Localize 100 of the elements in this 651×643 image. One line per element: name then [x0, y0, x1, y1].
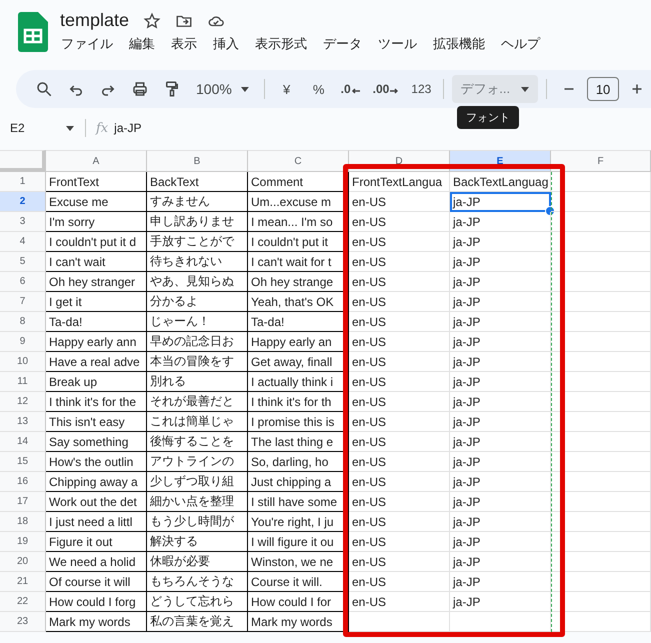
- row-header[interactable]: 13: [0, 412, 46, 432]
- row-header[interactable]: 1: [0, 172, 46, 192]
- menu-item[interactable]: データ: [316, 33, 369, 55]
- currency-button[interactable]: ¥: [272, 75, 301, 103]
- table-cell[interactable]: ja-JP: [450, 592, 551, 612]
- table-cell[interactable]: 少しずつ取り組: [147, 472, 248, 492]
- table-cell[interactable]: ja-JP: [450, 452, 551, 472]
- table-cell[interactable]: Say something: [46, 432, 147, 452]
- table-cell[interactable]: en-US: [349, 212, 450, 232]
- menu-item[interactable]: 表示形式: [248, 33, 314, 55]
- table-cell[interactable]: すみません: [147, 192, 248, 212]
- table-cell[interactable]: I mean... I'm so: [248, 212, 349, 232]
- table-cell[interactable]: FrontText: [46, 172, 147, 192]
- table-cell[interactable]: 解決する: [147, 532, 248, 552]
- table-cell[interactable]: I get it: [46, 292, 147, 312]
- table-cell[interactable]: ja-JP: [450, 412, 551, 432]
- table-cell[interactable]: Ta-da!: [248, 312, 349, 332]
- table-cell[interactable]: en-US: [349, 352, 450, 372]
- table-cell[interactable]: ja-JP: [450, 392, 551, 412]
- search-icon[interactable]: [35, 80, 53, 98]
- table-cell[interactable]: I will figure it ou: [248, 532, 349, 552]
- decrease-decimal-button[interactable]: .0: [336, 75, 365, 103]
- table-cell[interactable]: en-US: [349, 272, 450, 292]
- table-cell[interactable]: ja-JP: [450, 572, 551, 592]
- table-cell[interactable]: 後悔することを: [147, 432, 248, 452]
- table-cell[interactable]: en-US: [349, 512, 450, 532]
- zoom-dropdown[interactable]: 100%: [190, 75, 256, 103]
- table-cell[interactable]: FrontTextLangua: [349, 172, 450, 192]
- table-cell[interactable]: 分かるよ: [147, 292, 248, 312]
- row-header[interactable]: 17: [0, 492, 46, 512]
- row-header[interactable]: 4: [0, 232, 46, 252]
- table-cell[interactable]: 待ちきれない: [147, 252, 248, 272]
- table-cell[interactable]: I promise this is: [248, 412, 349, 432]
- table-cell[interactable]: I can't wait: [46, 252, 147, 272]
- percent-button[interactable]: %: [304, 75, 333, 103]
- table-cell[interactable]: The last thing e: [248, 432, 349, 452]
- menu-item[interactable]: 編集: [122, 33, 162, 55]
- table-cell[interactable]: Break up: [46, 372, 147, 392]
- table-cell[interactable]: じゃーん！: [147, 312, 248, 332]
- table-cell[interactable]: もちろんそうな: [147, 572, 248, 592]
- table-cell[interactable]: en-US: [349, 292, 450, 312]
- menu-item[interactable]: 拡張機能: [426, 33, 492, 55]
- table-cell[interactable]: en-US: [349, 332, 450, 352]
- table-cell[interactable]: en-US: [349, 252, 450, 272]
- row-header[interactable]: 22: [0, 592, 46, 612]
- table-cell[interactable]: ja-JP: [450, 232, 551, 252]
- table-cell[interactable]: You're right, I ju: [248, 512, 349, 532]
- table-cell[interactable]: 私の言葉を覚え: [147, 612, 248, 632]
- spreadsheet-logo[interactable]: [18, 12, 48, 52]
- table-cell[interactable]: Yeah, that's OK: [248, 292, 349, 312]
- table-cell[interactable]: en-US: [349, 532, 450, 552]
- table-cell[interactable]: Um...excuse m: [248, 192, 349, 212]
- table-cell[interactable]: Chipping away a: [46, 472, 147, 492]
- table-cell[interactable]: I think it's for the: [46, 392, 147, 412]
- table-cell[interactable]: Just chipping a: [248, 472, 349, 492]
- table-cell[interactable]: This isn't easy: [46, 412, 147, 432]
- table-cell[interactable]: en-US: [349, 572, 450, 592]
- table-cell[interactable]: ja-JP: [450, 512, 551, 532]
- table-cell[interactable]: ja-JP: [450, 472, 551, 492]
- table-cell[interactable]: Get away, finall: [248, 352, 349, 372]
- row-header[interactable]: 6: [0, 272, 46, 292]
- table-cell[interactable]: I just need a littl: [46, 512, 147, 532]
- table-cell[interactable]: ja-JP: [450, 352, 551, 372]
- row-header[interactable]: 2: [0, 192, 46, 212]
- formula-field[interactable]: ja-JP: [114, 121, 142, 135]
- table-cell[interactable]: ja-JP: [450, 372, 551, 392]
- row-header[interactable]: 8: [0, 312, 46, 332]
- paint-roller-icon[interactable]: [163, 80, 181, 98]
- table-cell[interactable]: やあ、見知らぬ: [147, 272, 248, 292]
- row-header[interactable]: 20: [0, 552, 46, 572]
- table-cell[interactable]: ja-JP: [450, 312, 551, 332]
- printer-icon[interactable]: [131, 80, 149, 98]
- row-header[interactable]: 10: [0, 352, 46, 372]
- star-icon[interactable]: [143, 12, 162, 30]
- table-cell[interactable]: Winston, we ne: [248, 552, 349, 572]
- row-header[interactable]: 18: [0, 512, 46, 532]
- table-cell[interactable]: ja-JP: [450, 492, 551, 512]
- row-header[interactable]: 11: [0, 372, 46, 392]
- table-cell[interactable]: Comment: [248, 172, 349, 192]
- table-cell[interactable]: I'm sorry: [46, 212, 147, 232]
- table-cell[interactable]: en-US: [349, 492, 450, 512]
- column-header[interactable]: B: [147, 150, 248, 172]
- table-cell[interactable]: Have a real adve: [46, 352, 147, 372]
- table-cell[interactable]: I couldn't put it d: [46, 232, 147, 252]
- table-cell[interactable]: ja-JP: [450, 292, 551, 312]
- row-header[interactable]: 5: [0, 252, 46, 272]
- table-cell[interactable]: Ta-da!: [46, 312, 147, 332]
- table-cell[interactable]: 早めの記念日お: [147, 332, 248, 352]
- table-cell[interactable]: How could I for: [248, 592, 349, 612]
- table-cell[interactable]: How could I forg: [46, 592, 147, 612]
- table-cell[interactable]: 休暇が必要: [147, 552, 248, 572]
- table-cell[interactable]: en-US: [349, 412, 450, 432]
- menu-item[interactable]: ヘルプ: [494, 33, 547, 55]
- table-cell[interactable]: I couldn't put it: [248, 232, 349, 252]
- table-cell[interactable]: I think it's for th: [248, 392, 349, 412]
- table-cell[interactable]: en-US: [349, 392, 450, 412]
- row-header[interactable]: 7: [0, 292, 46, 312]
- table-cell[interactable]: BackText: [147, 172, 248, 192]
- table-cell[interactable]: アウトラインの: [147, 452, 248, 472]
- column-header[interactable]: C: [248, 150, 349, 172]
